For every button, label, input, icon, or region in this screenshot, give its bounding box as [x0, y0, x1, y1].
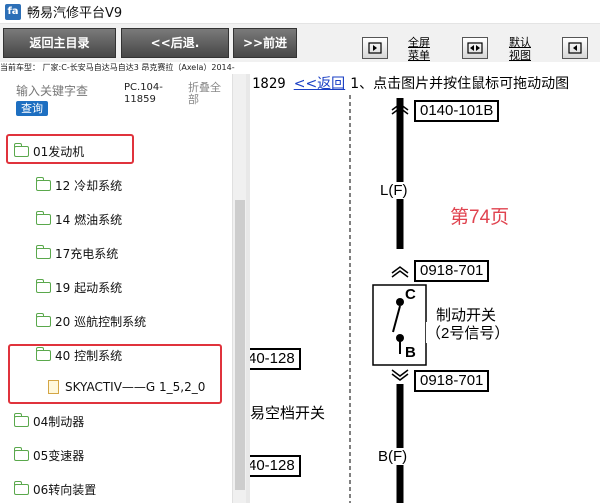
drag-hint: 1、点击图片并按住鼠标可拖动动图 [350, 76, 570, 92]
tree-item-charging[interactable]: 17充电系统 [35, 242, 119, 264]
tree-item-label: 04制动器 [33, 414, 85, 429]
connector-label-top: 0140-101B [414, 100, 500, 122]
search-button[interactable]: 查询 [16, 101, 48, 116]
tree-item-transmission[interactable]: 05变速器 [13, 444, 85, 466]
fullscreen-icon[interactable] [362, 37, 388, 59]
folder-icon [35, 312, 51, 327]
back-link[interactable]: <<返回 [294, 76, 345, 92]
search-input[interactable] [16, 82, 116, 100]
wiring-diagram[interactable]: 0140-101B L(F) 第74页 0918-701 C B 制动开关 （2… [250, 74, 600, 503]
tree-item-brakes[interactable]: 04制动器 [13, 410, 85, 432]
tree-item-label: 05变速器 [33, 448, 85, 463]
tree-item-label: 19 起动系统 [55, 280, 123, 295]
back-button[interactable]: <<后退. [121, 28, 229, 58]
neutral-switch-label: 易空档开关 [250, 402, 326, 423]
home-button[interactable]: 返回主目录 [3, 28, 116, 58]
tree-item-label: 14 燃油系统 [55, 212, 123, 227]
diagram-hint-bar: 1829 <<返回 1、点击图片并按住鼠标可拖动动图 [250, 74, 600, 94]
scrollbar-thumb[interactable] [235, 200, 245, 490]
wire-label-b: B(F) [378, 448, 408, 465]
folder-icon [35, 210, 51, 225]
tree-item-steering[interactable]: 06转向装置 [13, 478, 97, 500]
title-bar: fa 畅易汽修平台V9 [0, 0, 600, 24]
highlight-box-engine [6, 134, 134, 164]
left-connector-label-1: 40-128 [250, 348, 301, 370]
terminal-b-label: B [405, 344, 416, 361]
wiring-diagram-graphic [349, 74, 427, 503]
default-view-icon[interactable] [462, 37, 488, 59]
folder-icon [13, 446, 29, 461]
left-connector-label-2: 40-128 [250, 455, 301, 477]
connector-label-lower: 0918-701 [414, 370, 490, 392]
catalog-panel: 查询 PC.104-11859 折叠全部 01发动机 12 冷却系统 14 燃油… [0, 74, 232, 503]
folder-icon [35, 278, 51, 293]
folder-icon [13, 480, 29, 495]
current-model-bar: 当前车型： 厂家:C-长安马自达马自达3 昂克赛拉（Axela）2014- [0, 62, 250, 74]
toolbar: 返回主目录 <<后退. >>前进 全屏菜单 默认视图 [0, 24, 600, 62]
tree-item-label: 06转向装置 [33, 482, 97, 497]
tree-item-cruise[interactable]: 20 巡航控制系统 [35, 310, 147, 332]
tree-scrollbar[interactable] [232, 74, 246, 503]
terminal-c-label: C [405, 286, 416, 303]
highlight-box-control [8, 344, 222, 404]
wire-label-l: L(F) [380, 182, 408, 199]
folder-icon [35, 244, 51, 259]
next-page-icon[interactable] [562, 37, 588, 59]
folder-icon [35, 176, 51, 191]
tree-item-cooling[interactable]: 12 冷却系统 [35, 174, 123, 196]
app-logo-icon: fa [5, 3, 21, 20]
fullscreen-menu-link[interactable]: 全屏菜单 [404, 36, 434, 62]
folder-icon [13, 412, 29, 427]
forward-button[interactable]: >>前进 [233, 28, 297, 58]
connector-label-mid: 0918-701 [414, 260, 490, 282]
page-label: 第74页 [450, 207, 510, 228]
tree-item-starting[interactable]: 19 起动系统 [35, 276, 123, 298]
switch-signal-label: （2号信号） [426, 322, 510, 343]
window-title: 畅易汽修平台V9 [27, 6, 123, 21]
collapse-all-button[interactable]: 折叠全部 [188, 82, 224, 106]
tree-item-fuel[interactable]: 14 燃油系统 [35, 208, 123, 230]
page-number: 1829 [252, 76, 286, 92]
tree-item-label: 17充电系统 [55, 246, 119, 261]
tree-item-label: 20 巡航控制系统 [55, 314, 147, 329]
tree-item-label: 12 冷却系统 [55, 178, 123, 193]
pc-code: PC.104-11859 [124, 82, 163, 105]
default-view-link[interactable]: 默认视图 [505, 36, 535, 62]
